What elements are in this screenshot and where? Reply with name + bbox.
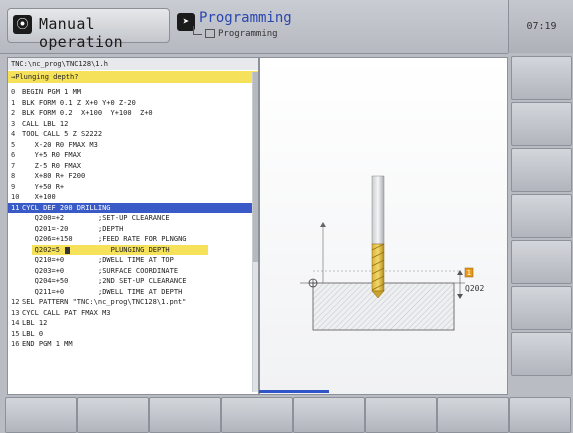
drilling-cycle-graphic: 1 Q202	[300, 175, 484, 331]
text-cursor	[65, 246, 70, 254]
nc-line[interactable]: 8 X+80 R+ F200	[8, 171, 254, 182]
nc-line[interactable]: 14 LBL 12	[8, 318, 254, 329]
nc-line[interactable]: 3 CALL LBL 12	[8, 119, 254, 130]
program-path: TNC:\nc_prog\TNC128\1.h	[8, 58, 258, 70]
nc-param-line-editing[interactable]: Q202=5 PLUNGING DEPTH	[8, 244, 254, 255]
program-title: Programming	[199, 10, 292, 26]
softkey-5[interactable]	[293, 397, 365, 433]
nc-line[interactable]: 10 X+100	[8, 192, 254, 203]
manual-operation-icon: ⦿	[13, 15, 32, 34]
nc-param-line[interactable]: Q210=+0 ;DWELL TIME AT TOP	[8, 255, 254, 266]
nc-line[interactable]: 2 BLK FORM 0.2 X+100 Y+100 Z+0	[8, 108, 254, 119]
drill-flutes	[371, 243, 385, 292]
q202-label: Q202	[465, 284, 484, 293]
softkey-2[interactable]	[77, 397, 149, 433]
nc-param-line[interactable]: Q201=-20 ;DEPTH	[8, 224, 254, 235]
softkey-right-6[interactable]	[511, 286, 572, 330]
nc-line[interactable]: 16 END PGM 1 MM	[8, 339, 254, 350]
nc-param-line[interactable]: Q206=+150 ;FEED RATE FOR PLNGNG	[8, 234, 254, 245]
nc-line[interactable]: 13 CYCL CALL PAT FMAX M3	[8, 308, 254, 319]
nc-line[interactable]: 12 SEL PATTERN "TNC:\nc_prog\TNC128\1.pnt…	[8, 297, 254, 308]
softkey-7[interactable]	[437, 397, 509, 433]
nc-line[interactable]: 15 LBL 0	[8, 329, 254, 340]
nc-line[interactable]: 6 Y+5 R0 FMAX	[8, 150, 254, 161]
softkey-right-2[interactable]	[511, 102, 572, 146]
softkey-right-5[interactable]	[511, 240, 572, 284]
step-marker-label: 1	[467, 269, 471, 277]
nc-param-line[interactable]: Q211=+0 ;DWELL TIME AT DEPTH	[8, 287, 254, 298]
editor-scrollbar[interactable]	[252, 72, 258, 392]
softkey-6[interactable]	[365, 397, 437, 433]
drill-shank	[371, 175, 385, 245]
header-bar: ⦿ Manual operation ➤ Programming Program…	[0, 0, 508, 54]
folder-icon	[205, 29, 215, 38]
program-subtitle: Programming	[205, 29, 278, 39]
nc-line[interactable]: 1 BLK FORM 0.1 Z X+0 Y+0 Z-20	[8, 98, 254, 109]
nc-param-line[interactable]: Q204=+50 ;2ND SET-UP CLEARANCE	[8, 276, 254, 287]
nc-line[interactable]: 7 Z-5 R0 FMAX	[8, 161, 254, 172]
softkey-right-3[interactable]	[511, 148, 572, 192]
softkey-right-7[interactable]	[511, 332, 572, 376]
softkey-1[interactable]	[5, 397, 77, 433]
nc-line-selected[interactable]: 11 CYCL DEF 200 DRILLING	[8, 202, 254, 213]
softkey-8[interactable]	[509, 397, 571, 433]
softkey-right-1[interactable]	[511, 56, 572, 100]
mode-label: Manual operation	[39, 15, 123, 51]
clock: 07:19	[508, 0, 573, 53]
scrollbar-thumb[interactable]	[253, 72, 258, 262]
help-graphic-panel: 1 Q202	[259, 57, 508, 395]
mode-manual-operation[interactable]: ⦿ Manual operation	[7, 8, 170, 51]
nc-program-lines: 0 BEGIN PGM 1 MM 1 BLK FORM 0.1 Z X+0 Y+0 …	[8, 87, 254, 350]
nc-line[interactable]: 0 BEGIN PGM 1 MM	[8, 87, 254, 98]
softkey-3[interactable]	[149, 397, 221, 433]
mode-programming[interactable]: ➤ Programming Programming	[177, 8, 321, 41]
dialog-prompt: →Plunging depth?	[8, 71, 258, 83]
vertical-softkeys	[508, 54, 573, 384]
tree-bracket-icon	[193, 26, 202, 35]
program-subtitle-text: Programming	[218, 29, 278, 39]
horizontal-softkeys	[0, 394, 573, 433]
nc-line[interactable]: 9 Y+50 R+	[8, 182, 254, 193]
softkey-4[interactable]	[221, 397, 293, 433]
nc-param-line[interactable]: Q203=+0 ;SURFACE COORDINATE	[8, 266, 254, 277]
nc-param-line[interactable]: Q200=+2 ;SET-UP CLEARANCE	[8, 213, 254, 224]
softkey-right-4[interactable]	[511, 194, 572, 238]
active-view-indicator	[259, 390, 329, 393]
nc-line[interactable]: 5 X-20 R0 FMAX M3	[8, 140, 254, 151]
nc-line[interactable]: 4 TOOL CALL 5 Z S2222	[8, 129, 254, 140]
program-editor: TNC:\nc_prog\TNC128\1.h →Plunging depth?…	[7, 57, 259, 395]
